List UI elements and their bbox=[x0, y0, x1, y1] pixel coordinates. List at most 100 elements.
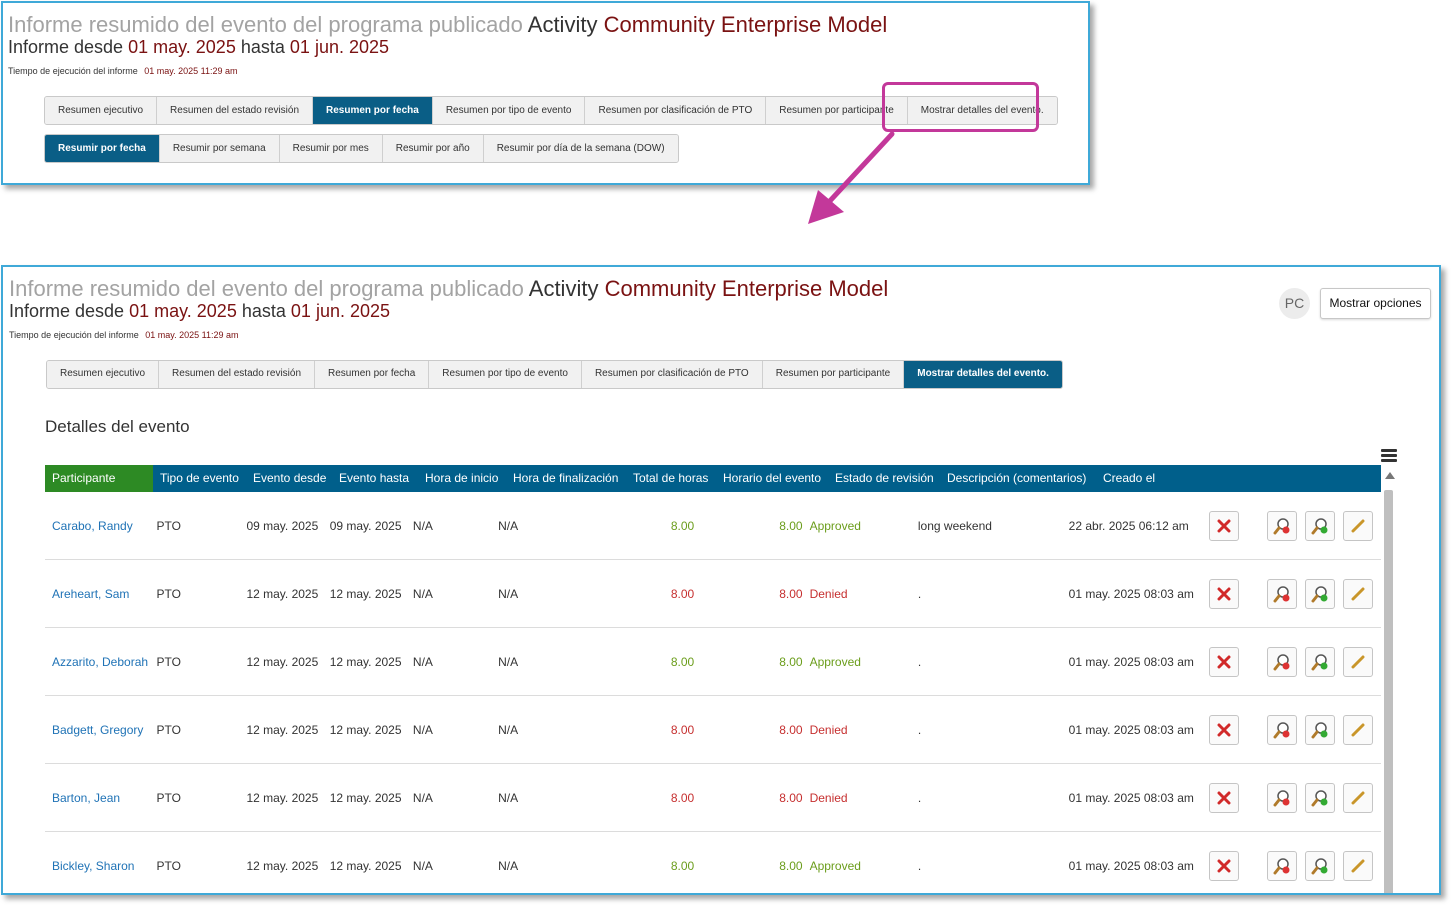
description-cell: . bbox=[917, 654, 922, 669]
col-total-hours[interactable]: Total de horas bbox=[626, 465, 716, 492]
edit-icon[interactable] bbox=[1343, 714, 1374, 745]
magnify-deny-icon[interactable] bbox=[1267, 850, 1298, 881]
tab-clasificacion-pto[interactable]: Resumen por clasificación de PTO bbox=[581, 361, 763, 388]
delete-x-icon[interactable] bbox=[1209, 782, 1240, 813]
col-event-type[interactable]: Tipo de evento bbox=[153, 465, 246, 492]
scroll-up-icon[interactable] bbox=[1385, 472, 1395, 479]
event-details-panel: Informe resumido del evento del programa… bbox=[1, 265, 1441, 895]
magnify-approve-icon[interactable] bbox=[1305, 782, 1336, 813]
schedule-cell: 8.00 bbox=[779, 654, 803, 669]
delete-x-icon[interactable] bbox=[1209, 510, 1240, 541]
col-participant[interactable]: Participante bbox=[45, 465, 153, 492]
col-event-from[interactable]: Evento desde bbox=[246, 465, 332, 492]
participant-cell[interactable]: Areheart, Sam bbox=[45, 587, 149, 601]
description-cell: long weekend bbox=[917, 518, 992, 533]
event-type-cell: PTO bbox=[156, 654, 181, 669]
subtab-por-ano[interactable]: Resumir por año bbox=[382, 135, 484, 162]
table-row: Azzarito, Deborah PTO 12 may. 2025 12 may. … bbox=[45, 628, 1381, 696]
magnify-deny-icon[interactable] bbox=[1267, 578, 1298, 609]
review-status-cell: Denied bbox=[809, 722, 848, 737]
tab-resumen-por-fecha[interactable]: Resumen por fecha bbox=[315, 361, 430, 388]
subtab-por-semana[interactable]: Resumir por semana bbox=[159, 135, 280, 162]
col-description[interactable]: Descripción (comentarios) bbox=[940, 465, 1096, 492]
col-start-time[interactable]: Hora de inicio bbox=[418, 465, 506, 492]
delete-x-icon[interactable] bbox=[1209, 578, 1240, 609]
participant-cell[interactable]: Bickley, Sharon bbox=[45, 859, 149, 873]
magnify-approve-icon[interactable] bbox=[1305, 646, 1336, 677]
participant-cell[interactable]: Badgett, Gregory bbox=[45, 723, 149, 737]
participant-cell[interactable]: Barton, Jean bbox=[45, 791, 149, 805]
tab-resumen-por-fecha[interactable]: Resumen por fecha bbox=[313, 97, 433, 124]
edit-icon[interactable] bbox=[1343, 510, 1374, 541]
magnify-approve-icon[interactable] bbox=[1305, 714, 1336, 745]
start-time-cell: N/A bbox=[412, 518, 433, 533]
column-menu-icon[interactable] bbox=[1381, 449, 1397, 463]
edit-icon[interactable] bbox=[1343, 578, 1374, 609]
event-from-cell: 12 may. 2025 bbox=[246, 790, 319, 805]
col-schedule[interactable]: Horario del evento bbox=[716, 465, 828, 492]
callout-highlight bbox=[882, 82, 1039, 132]
tab-tipo-evento[interactable]: Resumen por tipo de evento bbox=[432, 97, 586, 124]
row-actions bbox=[1197, 646, 1381, 677]
tab-por-participante[interactable]: Resumen por participante bbox=[762, 361, 905, 388]
tab-resumen-ejecutivo[interactable]: Resumen ejecutivo bbox=[45, 97, 158, 124]
tab-tipo-evento[interactable]: Resumen por tipo de evento bbox=[429, 361, 582, 388]
report-title: Informe resumido del evento del programa… bbox=[9, 276, 888, 302]
event-to-cell: 12 may. 2025 bbox=[329, 858, 402, 873]
event-details-table: Participante Tipo de evento Evento desde… bbox=[45, 465, 1381, 893]
avatar[interactable]: PC bbox=[1279, 288, 1310, 319]
edit-icon[interactable] bbox=[1343, 782, 1374, 813]
created-cell: 22 abr. 2025 06:12 am bbox=[1068, 518, 1189, 533]
range-to: 01 jun. 2025 bbox=[289, 37, 390, 57]
table-body: Carabo, Randy PTO 09 may. 2025 09 may. 2025… bbox=[45, 492, 1381, 893]
subtab-por-mes[interactable]: Resumir por mes bbox=[279, 135, 383, 162]
delete-x-icon[interactable] bbox=[1209, 646, 1240, 677]
col-end-time[interactable]: Hora de finalización bbox=[506, 465, 626, 492]
subtab-por-dow[interactable]: Resumir por día de la semana (DOW) bbox=[483, 135, 678, 162]
tab-estado-revision[interactable]: Resumen del estado revisión bbox=[157, 97, 314, 124]
tab-estado-revision[interactable]: Resumen del estado revisión bbox=[159, 361, 316, 388]
created-cell: 01 may. 2025 08:03 am bbox=[1068, 722, 1194, 737]
magnify-approve-icon[interactable] bbox=[1305, 578, 1336, 609]
show-options-button[interactable]: Mostrar opciones bbox=[1320, 288, 1431, 319]
delete-x-icon[interactable] bbox=[1209, 850, 1240, 881]
table-row: Areheart, Sam PTO 12 may. 2025 12 may. 2025… bbox=[45, 560, 1381, 628]
participant-cell[interactable]: Azzarito, Deborah bbox=[45, 655, 149, 669]
start-time-cell: N/A bbox=[412, 858, 433, 873]
edit-icon[interactable] bbox=[1343, 850, 1374, 881]
vertical-scrollbar[interactable] bbox=[1384, 490, 1393, 893]
magnify-approve-icon[interactable] bbox=[1305, 850, 1336, 881]
start-time-cell: N/A bbox=[412, 722, 433, 737]
table-header: Participante Tipo de evento Evento desde… bbox=[45, 465, 1381, 492]
magnify-approve-icon[interactable] bbox=[1305, 510, 1336, 541]
tab-clasificacion-pto[interactable]: Resumen por clasificación de PTO bbox=[585, 97, 767, 124]
col-created[interactable]: Creado el bbox=[1096, 465, 1236, 492]
delete-x-icon[interactable] bbox=[1209, 714, 1240, 745]
row-actions bbox=[1197, 782, 1381, 813]
col-event-to[interactable]: Evento hasta bbox=[332, 465, 418, 492]
magnify-deny-icon[interactable] bbox=[1267, 714, 1298, 745]
total-hours-cell: 8.00 bbox=[670, 654, 695, 669]
report-range: Informe desde 01 may. 2025 hasta 01 jun.… bbox=[9, 301, 390, 322]
col-review-status[interactable]: Estado de revisión bbox=[828, 465, 940, 492]
report-title-prefix: Informe resumido del evento del programa… bbox=[8, 12, 523, 37]
schedule-cell: 8.00 bbox=[779, 790, 803, 805]
table-row: Carabo, Randy PTO 09 may. 2025 09 may. 2025… bbox=[45, 492, 1381, 560]
table-row: Badgett, Gregory PTO 12 may. 2025 12 may. 2… bbox=[45, 696, 1381, 764]
description-cell: . bbox=[917, 858, 922, 873]
tab-detalles-evento[interactable]: Mostrar detalles del evento. bbox=[904, 361, 1062, 388]
edit-icon[interactable] bbox=[1343, 646, 1374, 677]
tab-resumen-ejecutivo[interactable]: Resumen ejecutivo bbox=[47, 361, 160, 388]
review-status-cell: Approved bbox=[809, 518, 861, 533]
review-status-cell: Approved bbox=[809, 858, 861, 873]
report-title-program: Community Enterprise Model bbox=[603, 12, 888, 37]
magnify-deny-icon[interactable] bbox=[1267, 510, 1298, 541]
magnify-deny-icon[interactable] bbox=[1267, 782, 1298, 813]
magnify-deny-icon[interactable] bbox=[1267, 646, 1298, 677]
subtab-por-fecha[interactable]: Resumir por fecha bbox=[45, 135, 160, 162]
created-cell: 01 may. 2025 08:03 am bbox=[1068, 790, 1194, 805]
participant-cell[interactable]: Carabo, Randy bbox=[45, 519, 149, 533]
event-type-cell: PTO bbox=[156, 790, 181, 805]
description-cell: . bbox=[917, 722, 922, 737]
end-time-cell: N/A bbox=[498, 518, 519, 533]
